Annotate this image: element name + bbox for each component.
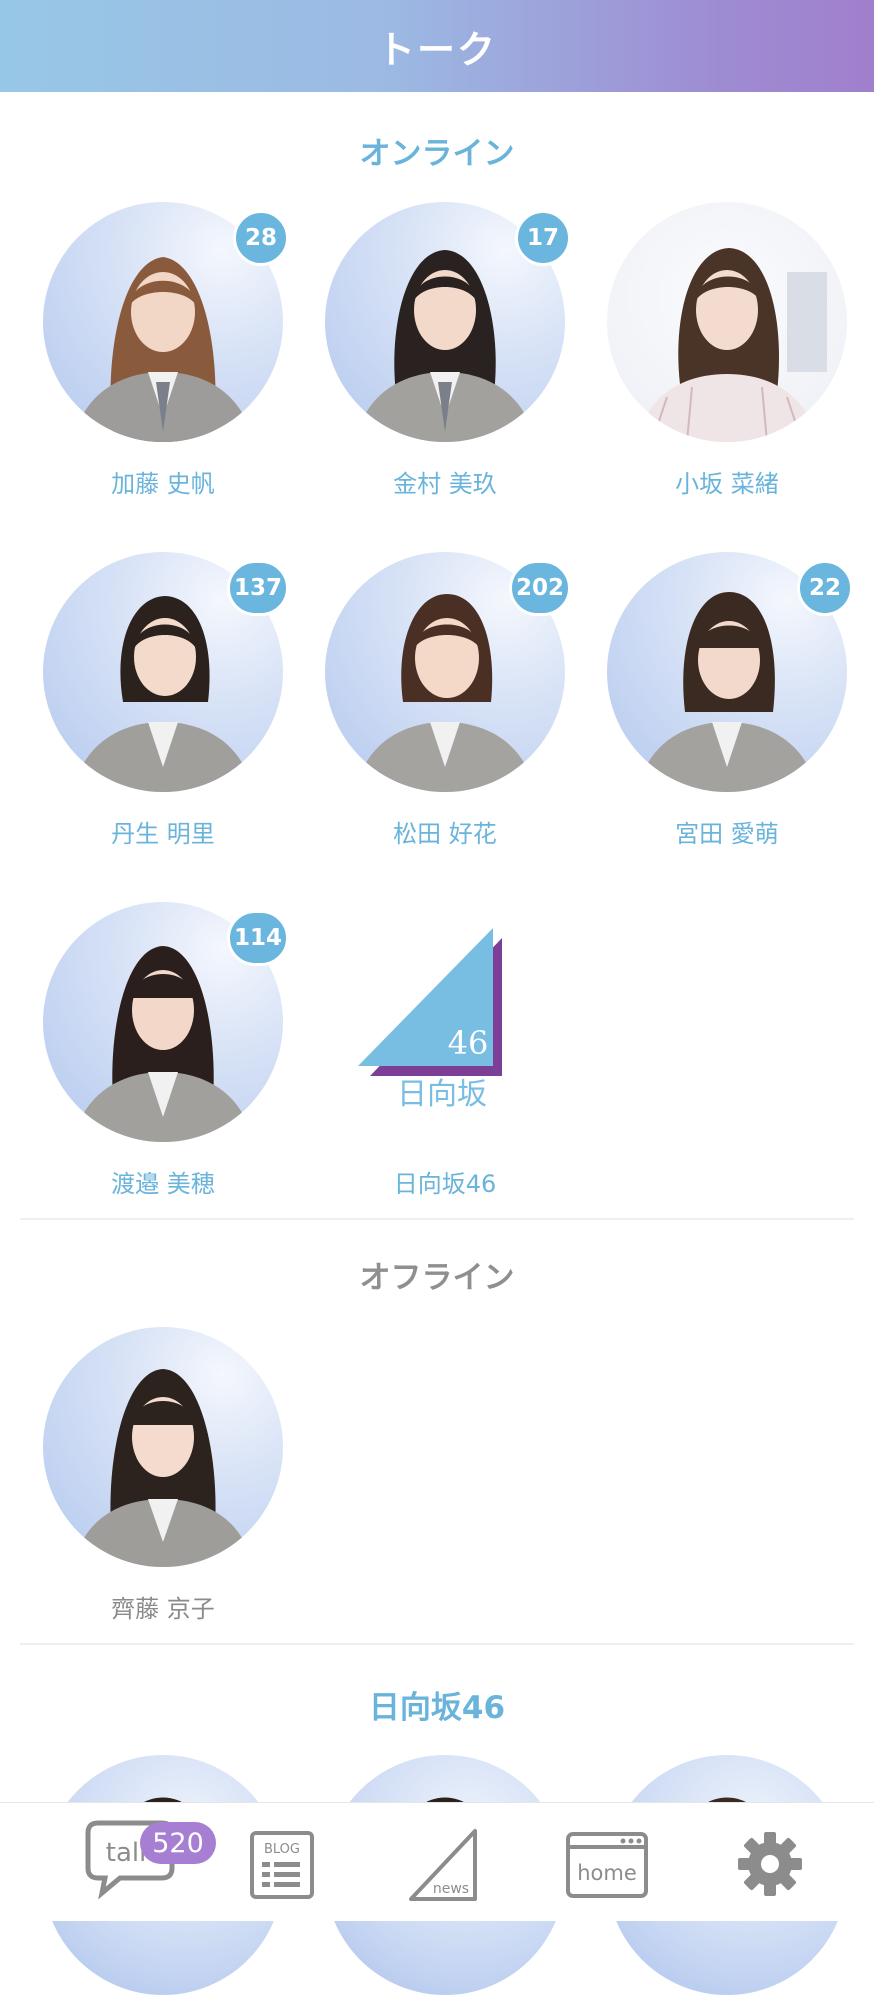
blog-icon: BLOG	[250, 1831, 314, 1899]
unread-count-badge: 17	[515, 210, 571, 266]
member-card-watanabe-miho[interactable]: 114 渡邉 美穂	[43, 902, 289, 1222]
home-browser-icon: home	[566, 1832, 648, 1898]
blog-label: BLOG	[264, 1842, 300, 1857]
logo-number: 46	[448, 1024, 489, 1062]
app-header: トーク	[0, 0, 874, 92]
section-title-online: オンライン	[359, 136, 515, 172]
portrait-image	[637, 248, 827, 442]
member-name: 松田 好花	[393, 820, 497, 848]
talk-unread-badge: 520	[140, 1822, 216, 1864]
member-name: 日向坂46	[393, 1170, 497, 1198]
tab-news[interactable]: news	[375, 1803, 515, 1921]
bottom-tab-bar: talk BLOG news home	[0, 1802, 874, 1921]
unread-count-badge: 137	[226, 560, 289, 616]
member-name: 加藤 史帆	[111, 470, 215, 498]
section-title-group: 日向坂46	[368, 1690, 506, 1726]
tab-blog[interactable]: BLOG	[215, 1803, 355, 1921]
news-label: news	[433, 1881, 469, 1897]
unread-count-badge: 28	[233, 210, 289, 266]
page-title: トーク	[376, 27, 497, 72]
unread-count-badge: 202	[508, 560, 571, 616]
gear-icon	[738, 1832, 802, 1896]
member-card-kato-shiho[interactable]: 28 加藤 史帆	[43, 202, 289, 522]
section-divider	[20, 1643, 854, 1645]
member-card-saito-kyoko[interactable]: 齊藤 京子	[43, 1327, 283, 1647]
news-triangle-icon: news	[409, 1829, 477, 1901]
member-name: 金村 美玖	[393, 470, 497, 498]
member-card-nibu-akari[interactable]: 137 丹生 明里	[43, 552, 289, 872]
member-avatar	[43, 1327, 283, 1567]
portrait-image	[73, 1369, 253, 1567]
section-divider	[20, 1218, 854, 1220]
member-card-kosaka-nao[interactable]: 小坂 菜緒	[607, 202, 847, 522]
member-name: 丹生 明里	[111, 820, 215, 848]
member-card-kanemura-miku[interactable]: 17 金村 美玖	[325, 202, 571, 522]
member-avatar	[607, 202, 847, 442]
tab-home[interactable]: home	[535, 1803, 675, 1921]
member-card-miyata-manamo[interactable]: 22 宮田 愛萌	[607, 552, 853, 872]
hinatazaka46-logo: 46 日向坂	[350, 918, 520, 1118]
member-name: 渡邉 美穂	[111, 1170, 215, 1198]
member-name: 齊藤 京子	[111, 1595, 215, 1623]
tab-settings[interactable]	[700, 1803, 840, 1921]
logo-text: 日向坂	[397, 1077, 487, 1112]
member-name: 宮田 愛萌	[675, 820, 779, 848]
unread-count-badge: 114	[226, 910, 289, 966]
section-title-offline: オフライン	[359, 1260, 515, 1296]
member-name: 小坂 菜緒	[675, 470, 779, 498]
member-card-matsuda-konoka[interactable]: 202 松田 好花	[325, 552, 571, 872]
unread-count-badge: 22	[797, 560, 853, 616]
home-label: home	[577, 1861, 637, 1885]
